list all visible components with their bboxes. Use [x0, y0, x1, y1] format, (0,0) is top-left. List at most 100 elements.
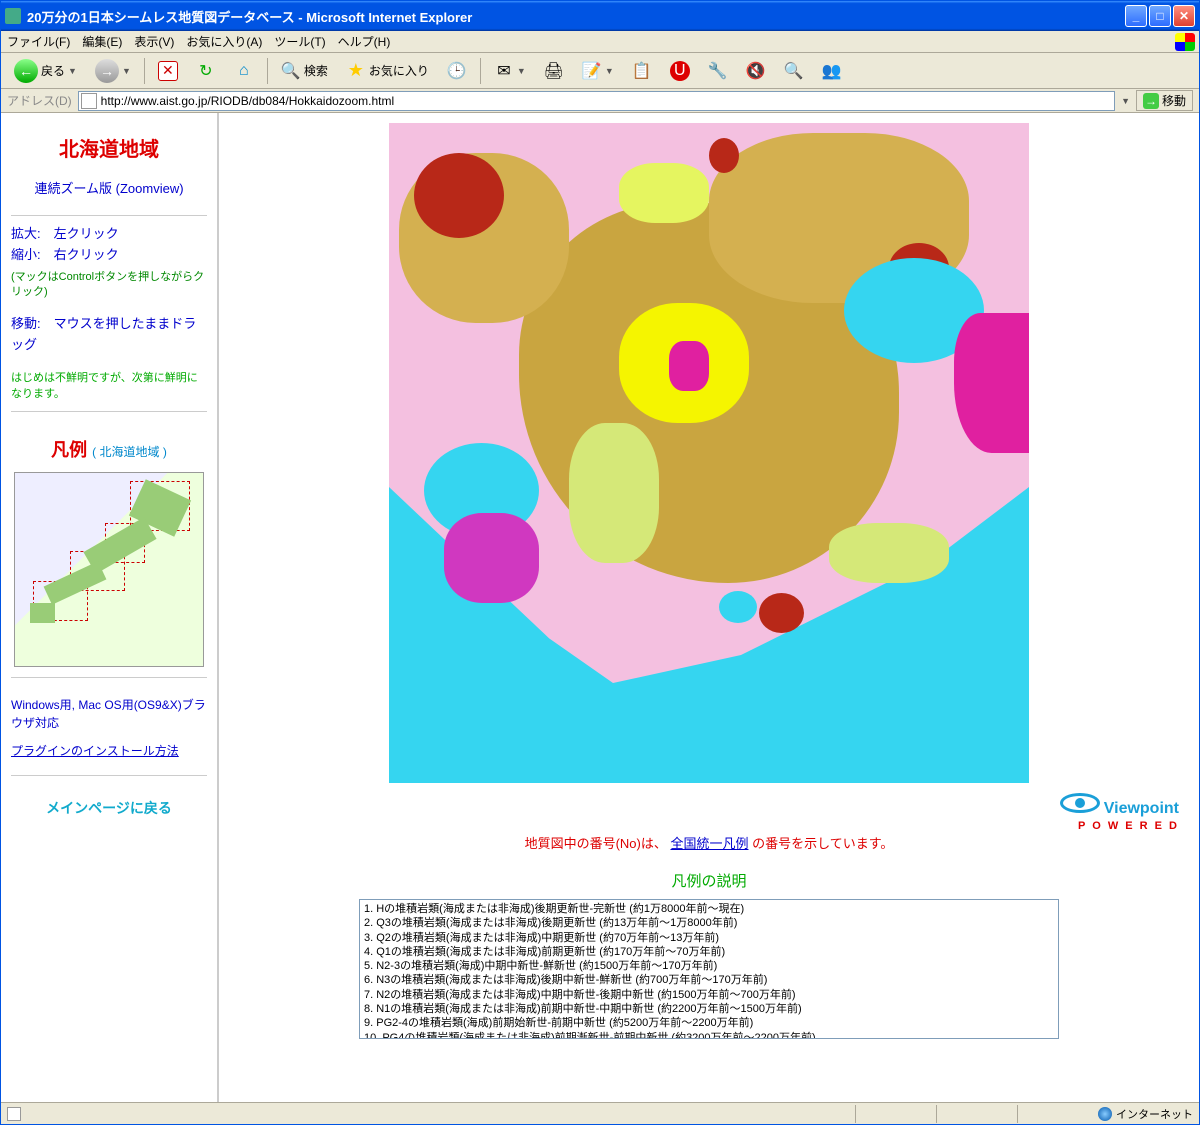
menu-edit[interactable]: 編集(E): [82, 33, 122, 50]
home-icon: ⌂: [234, 61, 254, 81]
caption-prefix: 地質図中の番号(No)は、: [525, 836, 667, 851]
dropdown-icon: ▼: [122, 66, 131, 76]
dropdown-icon: ▼: [517, 66, 526, 76]
legend-item: 2. Q3の堆積岩類(海成または非海成)後期更新世 (約13万年前〜1万8000…: [364, 916, 1054, 930]
home-button[interactable]: ⌂: [227, 58, 261, 84]
print-button[interactable]: 🖨: [537, 58, 571, 84]
status-cell: [1017, 1105, 1098, 1123]
app-icon: [5, 8, 21, 24]
print-icon: 🖨: [544, 61, 564, 81]
legend-item: 5. N2-3の堆積岩類(海成)中期中新世-鮮新世 (約1500万年前〜170万…: [364, 959, 1054, 973]
minimize-button[interactable]: _: [1125, 5, 1147, 27]
mail-icon: ✉: [494, 61, 514, 81]
back-button[interactable]: ← 戻る ▼: [7, 56, 84, 86]
menu-file[interactable]: ファイル(F): [7, 33, 70, 50]
go-arrow-icon: →: [1143, 93, 1159, 109]
mail-button[interactable]: ✉▼: [487, 58, 533, 84]
address-dropdown-icon[interactable]: ▼: [1121, 96, 1130, 106]
caption-suffix: の番号を示しています。: [752, 836, 893, 851]
legend-textarea[interactable]: 1. Hの堆積岩類(海成または非海成)後期更新世-完新世 (約1万8000年前〜…: [359, 899, 1059, 1039]
toolbar: ← 戻る ▼ → ▼ ✕ ↻ ⌂ 🔍 検索 ★ お気に入り 🕒 ✉▼ 🖨 📝▼ …: [1, 53, 1199, 89]
geological-map[interactable]: [389, 123, 1029, 783]
zoom-icon: 🔍: [784, 61, 804, 81]
edit-button[interactable]: 📝▼: [575, 58, 621, 84]
legend-item: 7. N2の堆積岩類(海成または非海成)中期中新世-後期中新世 (約1500万年…: [364, 988, 1054, 1002]
maximize-button[interactable]: □: [1149, 5, 1171, 27]
extra-button-3[interactable]: 🔇: [739, 58, 773, 84]
sidebar: 北海道地域 連続ズーム版 (Zoomview) 拡大: 左クリック 縮小: 右ク…: [1, 113, 219, 1102]
legend-item: 10. PG4の堆積岩類(海成または非海成)前期漸新世-前期中新世 (約3200…: [364, 1031, 1054, 1039]
extra-button-1[interactable]: U: [663, 58, 697, 84]
legend-item: 3. Q2の堆積岩類(海成または非海成)中期更新世 (約70万年前〜13万年前): [364, 931, 1054, 945]
circle-u-icon: U: [670, 61, 690, 81]
pan-instruction: 移動: マウスを押したままドラッグ: [11, 314, 207, 356]
history-icon: 🕒: [447, 61, 467, 81]
legend-heading: 凡例 ( 北海道地域 ): [11, 436, 207, 462]
menu-favorites[interactable]: お気に入り(A): [186, 33, 262, 50]
dropdown-icon: ▼: [68, 66, 77, 76]
menu-tools[interactable]: ツール(T): [274, 33, 325, 50]
divider: [11, 775, 207, 776]
dropdown-icon: ▼: [605, 66, 614, 76]
page-status-icon: [7, 1107, 21, 1121]
refresh-button[interactable]: ↻: [189, 58, 223, 84]
edit-icon: 📝: [582, 61, 602, 81]
statusbar: インターネット: [1, 1102, 1199, 1124]
sound-icon: 🔇: [746, 61, 766, 81]
legend-item: 6. N3の堆積岩類(海成または非海成)後期中新世-鮮新世 (約700万年前〜1…: [364, 973, 1054, 987]
eye-icon: [1060, 793, 1100, 813]
mac-note: (マックはControlボタンを押しながらクリック): [11, 270, 207, 301]
viewpoint-text: Viewpoint: [1104, 800, 1179, 817]
favorites-label: お気に入り: [369, 62, 429, 79]
close-button[interactable]: ✕: [1173, 5, 1195, 27]
zoom-out-instruction: 縮小: 右クリック: [11, 245, 207, 266]
discuss-button[interactable]: 📋: [625, 58, 659, 84]
extra-button-4[interactable]: 🔍: [777, 58, 811, 84]
legend-item: 4. Q1の堆積岩類(海成または非海成)前期更新世 (約170万年前〜70万年前…: [364, 945, 1054, 959]
extra-button-2[interactable]: 🔧: [701, 58, 735, 84]
viewpoint-badge: Viewpoint P O W E R E D: [1060, 793, 1179, 832]
tool-icon: 🔧: [708, 61, 728, 81]
back-to-main-link[interactable]: メインページに戻る: [11, 798, 207, 818]
separator: [267, 58, 268, 84]
divider: [11, 215, 207, 216]
go-button[interactable]: → 移動: [1136, 90, 1193, 111]
extra-button-5[interactable]: 👥: [815, 58, 849, 84]
stop-button[interactable]: ✕: [151, 58, 185, 84]
menubar: ファイル(F) 編集(E) 表示(V) お気に入り(A) ツール(T) ヘルプ(…: [1, 31, 1199, 53]
zoomview-label: 連続ズーム版 (Zoomview): [11, 178, 207, 197]
back-arrow-icon: ←: [14, 59, 38, 83]
blur-note: はじめは不鮮明ですが、次第に鮮明になります。: [11, 370, 207, 403]
menu-view[interactable]: 表示(V): [134, 33, 174, 50]
address-bar: アドレス(D) ▼ → 移動: [1, 89, 1199, 113]
stop-icon: ✕: [158, 61, 178, 81]
legend-title-text: 凡例: [51, 440, 87, 460]
search-button[interactable]: 🔍 検索: [274, 58, 335, 84]
separator: [480, 58, 481, 84]
main-content[interactable]: Viewpoint P O W E R E D 地質図中の番号(No)は、 全国…: [219, 113, 1199, 1102]
internet-zone-icon: [1098, 1107, 1112, 1121]
favorites-button[interactable]: ★ お気に入り: [339, 58, 436, 84]
plugin-install-link[interactable]: プラグインのインストール方法: [11, 742, 207, 759]
zone-label: インターネット: [1116, 1106, 1193, 1122]
forward-arrow-icon: →: [95, 59, 119, 83]
unified-legend-link[interactable]: 全国統一凡例: [670, 836, 748, 851]
history-button[interactable]: 🕒: [440, 58, 474, 84]
address-label: アドレス(D): [7, 92, 72, 109]
separator: [144, 58, 145, 84]
people-icon: 👥: [822, 61, 842, 81]
titlebar: 20万分の1日本シームレス地質図データベース - Microsoft Inter…: [1, 1, 1199, 31]
legend-item: 8. N1の堆積岩類(海成または非海成)前期中新世-中期中新世 (約2200万年…: [364, 1002, 1054, 1016]
window-title: 20万分の1日本シームレス地質図データベース - Microsoft Inter…: [27, 7, 1125, 26]
legend-item: 9. PG2-4の堆積岩類(海成)前期始新世-前期中新世 (約5200万年前〜2…: [364, 1016, 1054, 1030]
region-title: 北海道地域: [11, 133, 207, 162]
legend-explanation-title: 凡例の説明: [219, 870, 1199, 891]
page-icon: [81, 93, 97, 109]
forward-button[interactable]: → ▼: [88, 56, 138, 86]
refresh-icon: ↻: [196, 61, 216, 81]
japan-minimap[interactable]: [14, 472, 204, 667]
menu-help[interactable]: ヘルプ(H): [338, 33, 391, 50]
divider: [11, 677, 207, 678]
address-input[interactable]: [78, 91, 1115, 111]
divider: [11, 411, 207, 412]
